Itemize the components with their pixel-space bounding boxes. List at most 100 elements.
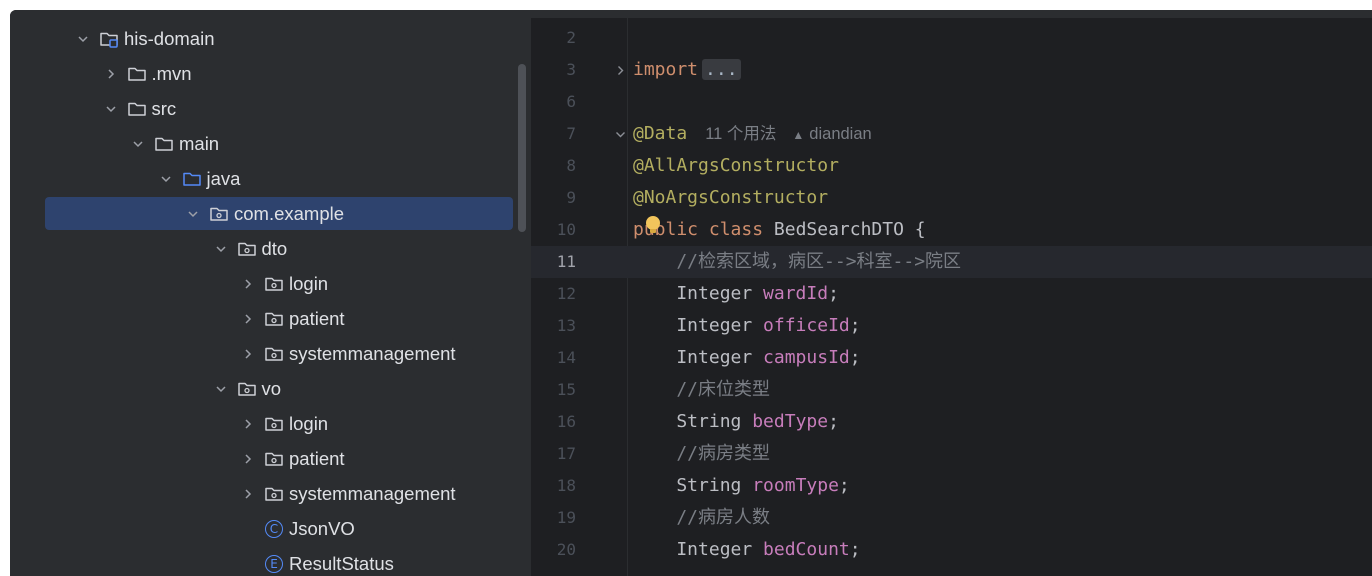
tree-item-login[interactable]: login	[10, 406, 531, 441]
chevron-right-icon[interactable]	[237, 308, 259, 330]
code-token: String	[633, 411, 753, 432]
tree-item-dto[interactable]: dto	[10, 231, 531, 266]
chevron-down-icon[interactable]	[100, 98, 122, 120]
code-line[interactable]: 7 @Data 11 个用法 ▲ diandian	[531, 118, 1372, 150]
tree-item-systemmanagement[interactable]: systemmanagement	[10, 336, 531, 371]
code-text: Integer officeId;	[633, 310, 860, 342]
tree-item-src[interactable]: src	[10, 91, 531, 126]
code-line[interactable]: 2	[531, 22, 1372, 54]
code-line[interactable]: 11 //检索区域，病区-->科室-->院区	[531, 246, 1372, 278]
code-vision-hints[interactable]: 11 个用法 ▲ diandian	[705, 125, 872, 143]
code-token: Integer	[633, 315, 764, 336]
chevron-right-icon[interactable]	[237, 448, 259, 470]
code-text: //病房类型	[633, 438, 770, 470]
line-number: 19	[556, 508, 576, 527]
line-number: 2	[566, 28, 576, 47]
code-token: roomType	[752, 475, 839, 496]
enum-icon: E	[265, 554, 283, 573]
package-icon	[263, 308, 285, 330]
tree-item-resultstatus[interactable]: E ResultStatus	[10, 546, 531, 576]
code-token: bedType	[752, 411, 829, 432]
tree-item-login[interactable]: login	[10, 266, 531, 301]
line-number: 18	[556, 476, 576, 495]
tree-item-label: patient	[289, 447, 345, 469]
code-token: @NoArgsConstructor	[633, 187, 829, 208]
tree-item-label: JsonVO	[289, 517, 355, 539]
chevron-down-icon[interactable]	[182, 203, 204, 225]
line-number: 17	[556, 444, 576, 463]
code-line[interactable]: 12 Integer wardId;	[531, 278, 1372, 310]
package-icon	[236, 378, 258, 400]
folder-icon	[153, 133, 175, 155]
chevron-down-icon[interactable]	[210, 238, 232, 260]
tree-item--mvn[interactable]: .mvn	[10, 56, 531, 91]
chevron-down-icon[interactable]	[72, 28, 94, 50]
code-text: import...	[633, 54, 741, 86]
code-token: import	[633, 59, 699, 80]
tree-item-com-example[interactable]: com.example	[10, 196, 531, 231]
chevron-down-icon[interactable]	[127, 133, 149, 155]
tree-item-label: login	[289, 272, 329, 294]
code-line[interactable]: 18 String roomType;	[531, 470, 1372, 502]
tree-item-label: systemmanagement	[289, 482, 456, 504]
package-icon	[263, 413, 285, 435]
module-folder-icon	[98, 28, 120, 50]
tree-item-label: com.example	[234, 202, 345, 224]
code-line[interactable]: 15 //床位类型	[531, 374, 1372, 406]
tree-item-patient[interactable]: patient	[10, 301, 531, 336]
package-icon	[208, 203, 230, 225]
line-number: 13	[556, 316, 576, 335]
tree-item-systemmanagement[interactable]: systemmanagement	[10, 476, 531, 511]
code-editor[interactable]: 2 3 import... 6 7 @Data 11 个用法 ▲ diandian 8 @AllAr…	[531, 10, 1372, 576]
code-line[interactable]: 14 Integer campusId;	[531, 342, 1372, 374]
line-number: 14	[556, 348, 576, 367]
code-token: ;	[838, 475, 850, 496]
code-line[interactable]: 20 Integer bedCount;	[531, 534, 1372, 566]
code-token: //病房类型	[633, 443, 771, 464]
line-number: 15	[556, 380, 576, 399]
usages-hint[interactable]: 11 个用法	[705, 125, 776, 143]
code-token: ;	[849, 347, 861, 368]
tree-item-label: dto	[261, 237, 288, 259]
author-name: diandian	[809, 125, 872, 143]
code-line[interactable]: 9 @NoArgsConstructor	[531, 182, 1372, 214]
package-icon	[236, 238, 258, 260]
tree-item-label: patient	[289, 307, 345, 329]
chevron-right-icon[interactable]	[237, 273, 259, 295]
code-line[interactable]: 3 import...	[531, 54, 1372, 86]
tree-item-vo[interactable]: vo	[10, 371, 531, 406]
tree-item-main[interactable]: main	[10, 126, 531, 161]
editor-tab-bar-edge	[531, 10, 1372, 18]
tree-item-jsonvo[interactable]: C JsonVO	[10, 511, 531, 546]
chevron-right-icon[interactable]	[100, 63, 122, 85]
tree-item-patient[interactable]: patient	[10, 441, 531, 476]
folded-imports[interactable]: ...	[702, 59, 741, 80]
code-line[interactable]: 13 Integer officeId;	[531, 310, 1372, 342]
code-token: @Data	[633, 123, 688, 144]
code-text: Integer wardId;	[633, 278, 839, 310]
folder-icon	[126, 98, 148, 120]
chevron-right-icon[interactable]	[237, 343, 259, 365]
code-line[interactable]: 17 //病房类型	[531, 438, 1372, 470]
code-token: ;	[849, 539, 861, 560]
tree-item-java[interactable]: java	[10, 161, 531, 196]
code-line[interactable]: 19 //病房人数	[531, 502, 1372, 534]
code-line[interactable]: 8 @AllArgsConstructor	[531, 150, 1372, 182]
source-folder-icon	[181, 168, 203, 190]
author-hint[interactable]: ▲ diandian	[792, 125, 871, 143]
tree-item-label: systemmanagement	[289, 342, 456, 364]
tree-item-his-domain[interactable]: his-domain	[10, 21, 531, 56]
fold-collapse-icon[interactable]	[613, 118, 627, 150]
code-line[interactable]: 6	[531, 86, 1372, 118]
chevron-down-icon[interactable]	[210, 378, 232, 400]
lightbulb-icon[interactable]	[643, 214, 663, 238]
code-token: wardId	[763, 283, 829, 304]
project-tree[interactable]: his-domain .mvn src main java com.example dto l…	[10, 10, 531, 576]
chevron-right-icon[interactable]	[237, 413, 259, 435]
chevron-right-icon[interactable]	[237, 483, 259, 505]
tree-item-label: main	[179, 132, 220, 154]
line-number: 12	[556, 284, 576, 303]
chevron-down-icon[interactable]	[155, 168, 177, 190]
fold-expand-icon[interactable]	[613, 54, 627, 86]
code-line[interactable]: 16 String bedType;	[531, 406, 1372, 438]
